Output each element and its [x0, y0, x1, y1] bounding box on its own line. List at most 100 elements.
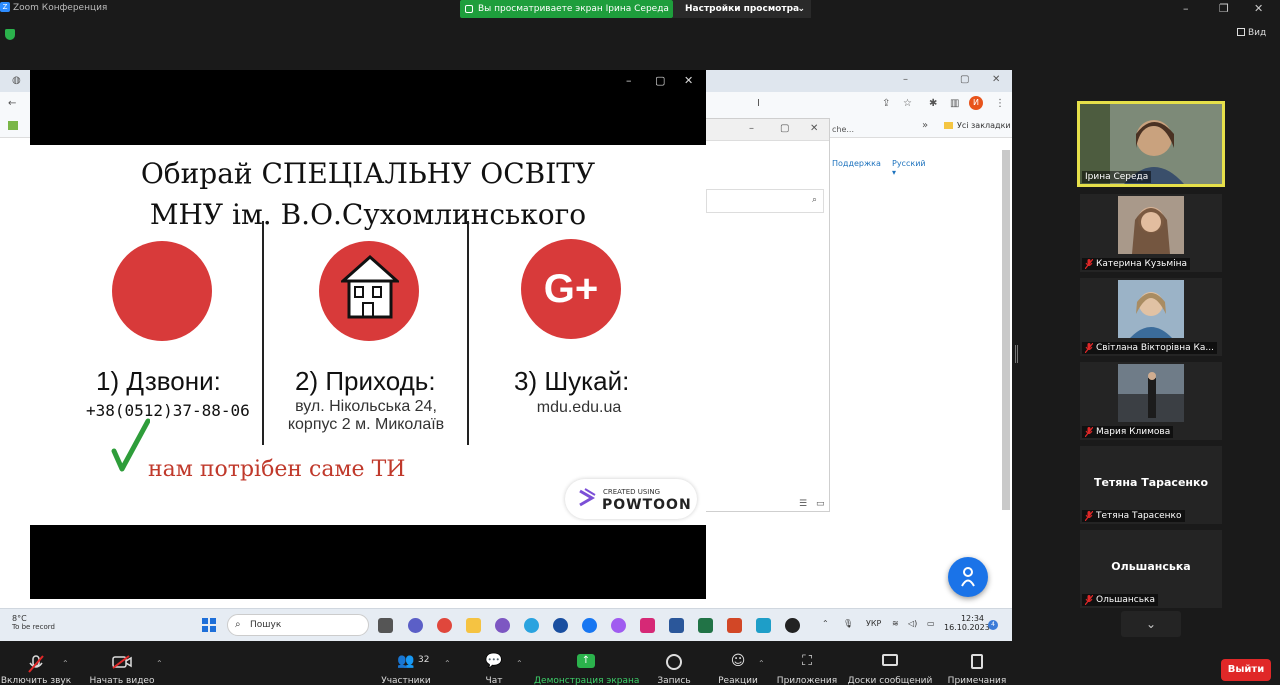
player-close-icon[interactable]: ✕: [684, 74, 693, 87]
google-plus-circle-icon: G+: [521, 239, 621, 339]
participant-tile[interactable]: Світлана Вікторівна Ка...: [1080, 278, 1222, 356]
start-video-button[interactable]: ⌃ Начать видео: [86, 641, 163, 685]
tile-view-icon[interactable]: ▭: [816, 499, 825, 509]
inner-app-window[interactable]: – ▢ ✕ che... Поддержка Русский ▾ ⌕ ☰ ▭: [705, 118, 926, 512]
file-explorer-icon[interactable]: [466, 618, 481, 633]
whiteboards-button[interactable]: Доски сообщений: [846, 641, 934, 685]
word-icon[interactable]: [669, 618, 684, 633]
extensions-icon[interactable]: ✱: [929, 98, 937, 109]
keyboard-language[interactable]: УКР: [866, 619, 881, 628]
reactions-button[interactable]: ☺ ⌃ Реакции: [716, 641, 765, 685]
tray-chevron-icon[interactable]: ⌃: [822, 619, 829, 628]
zoom-icon[interactable]: [553, 618, 568, 633]
bookmark-star-icon[interactable]: ☆: [903, 98, 912, 109]
more-participants-button[interactable]: ⌄: [1121, 611, 1181, 637]
viber-icon[interactable]: [495, 618, 510, 633]
taskbar-search-label: Пошук: [250, 620, 282, 630]
search-icon[interactable]: ⌕: [812, 195, 817, 205]
bookmarks-more-icon[interactable]: »: [922, 120, 928, 131]
inner-close-icon[interactable]: ✕: [810, 123, 818, 134]
leave-meeting-button[interactable]: Выйти: [1221, 659, 1271, 681]
search-icon: ⌕: [235, 619, 241, 630]
calculator-icon[interactable]: [756, 618, 771, 633]
task-view-icon[interactable]: [378, 618, 393, 633]
minimize-icon[interactable]: –: [1183, 2, 1189, 15]
reactions-caret-icon[interactable]: ⌃: [758, 659, 765, 668]
list-view-icon[interactable]: ☰: [799, 499, 807, 509]
bookmark-partial[interactable]: che...: [832, 125, 854, 134]
inner-maximize-icon[interactable]: ▢: [780, 123, 789, 134]
view-button[interactable]: Вид: [1237, 28, 1266, 38]
language-link[interactable]: Русский ▾: [892, 159, 926, 177]
participants-caret-icon[interactable]: ⌃: [444, 659, 451, 668]
panel-splitter[interactable]: [1015, 345, 1018, 363]
excel-icon[interactable]: [698, 618, 713, 633]
inner-minimize-icon[interactable]: –: [749, 123, 754, 134]
shared-screen[interactable]: ◍ – ▢ ✕ ← I ⇪ ☆ ✱ ▥ И ⋮ » Усі закладки –…: [0, 70, 1012, 641]
close-icon[interactable]: ✕: [1254, 2, 1263, 15]
telegram-icon[interactable]: [524, 618, 539, 633]
security-shield-icon[interactable]: [5, 29, 15, 40]
visit-heading: 2) Приходь:: [295, 366, 436, 396]
notification-badge[interactable]: 4: [988, 620, 998, 630]
windows-start-icon[interactable]: [202, 618, 216, 632]
bookmark-folder-icon[interactable]: [8, 121, 18, 130]
side-panel-icon[interactable]: ▥: [950, 98, 959, 109]
chat-button[interactable]: 💬 ⌃ Чат: [474, 641, 522, 685]
wifi-icon[interactable]: ≋: [892, 619, 899, 628]
notes-button[interactable]: Примечания: [944, 641, 1010, 685]
player-maximize-icon[interactable]: ▢: [655, 74, 665, 87]
messenger-icon[interactable]: [611, 618, 626, 633]
share-icon[interactable]: ⇪: [882, 98, 890, 109]
player-minimize-icon[interactable]: –: [626, 74, 632, 87]
volume-icon[interactable]: ◁): [908, 619, 917, 628]
whiteboard-icon: [882, 654, 898, 666]
video-options-caret-icon[interactable]: ⌃: [156, 659, 163, 668]
browser-close-icon[interactable]: ✕: [992, 74, 1000, 85]
participant-tile[interactable]: Мария Климова: [1080, 362, 1222, 440]
audio-options-caret-icon[interactable]: ⌃: [62, 659, 69, 668]
battery-icon[interactable]: ▭: [927, 619, 935, 628]
participant-tile[interactable]: Ольшанська Ольшанська: [1080, 530, 1222, 608]
weather-widget[interactable]: 8°C To be record: [12, 614, 55, 631]
instagram-icon[interactable]: [640, 618, 655, 633]
facebook-icon[interactable]: [582, 618, 597, 633]
video-player-window[interactable]: – ▢ ✕ Обирай СПЕЦІАЛЬНУ ОСВІТУ МНУ ім. В…: [30, 70, 706, 599]
participant-tile[interactable]: Тетяна Тарасенко Тетяна Тарасенко: [1080, 446, 1222, 524]
taskbar-clock[interactable]: 12:34 16.10.2023: [944, 614, 990, 632]
active-speaker-name: Ірина Середа: [1082, 171, 1152, 183]
inner-search-field[interactable]: ⌕: [706, 189, 824, 213]
chat-caret-icon[interactable]: ⌃: [516, 659, 523, 668]
all-bookmarks[interactable]: Усі закладки: [944, 121, 1011, 130]
browser-maximize-icon[interactable]: ▢: [960, 74, 969, 85]
participants-button[interactable]: 👥 32 ⌃ Участники: [372, 641, 450, 685]
support-chat-button[interactable]: [948, 557, 988, 597]
active-speaker-tile[interactable]: Ірина Середа: [1077, 101, 1225, 187]
back-arrow-icon[interactable]: ←: [8, 98, 16, 109]
participant-name: Ольшанська: [1082, 594, 1158, 606]
notes-icon: [971, 654, 983, 669]
share-screen-button[interactable]: ↑ Демонстрация экрана: [534, 641, 639, 685]
page-scrollbar[interactable]: [1002, 150, 1010, 510]
media-player-icon[interactable]: [785, 618, 800, 633]
column-divider: [262, 221, 264, 445]
participant-tile[interactable]: Катерина Кузьміна: [1080, 194, 1222, 272]
browser-menu-icon[interactable]: ⋮: [995, 98, 1005, 109]
chrome-icon[interactable]: [437, 618, 452, 633]
support-link[interactable]: Поддержка: [832, 159, 881, 168]
apps-button[interactable]: ⛶ Приложения: [776, 641, 838, 685]
window-title: Zoom Конференция: [13, 3, 108, 13]
share-screen-icon: [465, 5, 473, 13]
profile-avatar[interactable]: И: [969, 96, 983, 110]
unmute-button[interactable]: ⌃ Включить звук: [0, 641, 72, 685]
view-options-button[interactable]: Настройки просмотра ⌄: [673, 0, 811, 18]
teams-chat-icon[interactable]: [408, 618, 423, 633]
maximize-icon[interactable]: ❐: [1219, 2, 1229, 15]
browser-minimize-icon[interactable]: –: [903, 74, 908, 85]
microphone-icon[interactable]: 🎙: [843, 619, 853, 628]
powerpoint-icon[interactable]: [727, 618, 742, 633]
taskbar-search[interactable]: ⌕ Пошук: [227, 614, 369, 636]
zoom-logo-icon: Z: [0, 2, 10, 12]
browser-tab-icon: ◍: [12, 75, 21, 86]
record-button[interactable]: Запись: [652, 641, 696, 685]
